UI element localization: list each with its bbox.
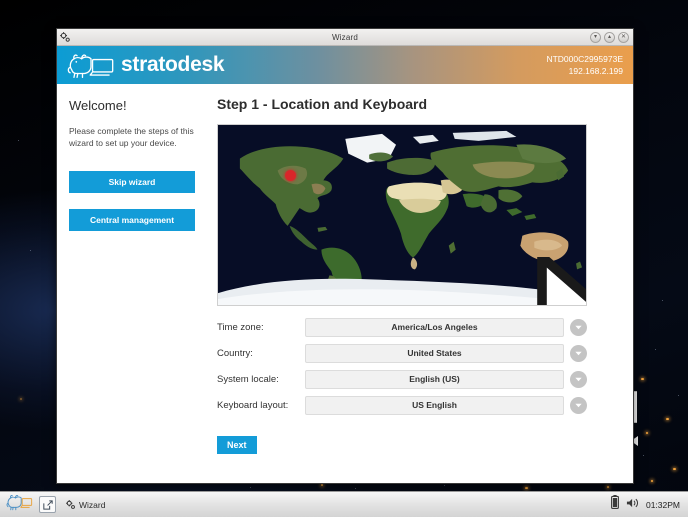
location-form: Time zone: America/Los Angeles Country: …: [217, 318, 587, 454]
field-row-country: Country: United States: [217, 344, 587, 363]
taskbar-left: Wizard: [0, 493, 109, 516]
wizard-sidebar: Welcome! Please complete the steps of th…: [57, 84, 207, 483]
gear-icon: [66, 499, 75, 509]
taskbar-task-label: Wizard: [79, 499, 106, 510]
device-id: NTD000C2995973E: [546, 54, 623, 64]
window-titlebar[interactable]: Wizard ▾ ▴ ✕: [57, 29, 633, 46]
skip-wizard-button[interactable]: Skip wizard: [69, 171, 195, 193]
mouse-pointer-icon: [537, 257, 586, 305]
world-map[interactable]: [217, 124, 587, 306]
chevron-down-icon[interactable]: [570, 371, 587, 388]
wizard-main: Step 1 - Location and Keyboard Time zone…: [207, 84, 633, 483]
welcome-description: Please complete the steps of this wizard…: [69, 126, 194, 148]
chevron-down-icon[interactable]: [570, 397, 587, 414]
taskbar: Wizard 01:32PM: [0, 491, 688, 517]
field-row-keyboard-layout: Keyboard layout: US English: [217, 396, 587, 415]
field-row-system-locale: System locale: English (US): [217, 370, 587, 389]
brand-logo: stratodesk: [57, 51, 225, 79]
screen: Wizard ▾ ▴ ✕ stratodesk NTD000C2995973E …: [0, 0, 688, 517]
launch-app-icon[interactable]: [39, 496, 56, 513]
country-select[interactable]: United States: [305, 344, 564, 363]
next-button[interactable]: Next: [217, 436, 257, 454]
system-locale-label: System locale:: [217, 374, 279, 385]
central-management-button[interactable]: Central management: [69, 209, 195, 231]
time-zone-label: Time zone:: [217, 322, 264, 333]
close-button[interactable]: ✕: [618, 31, 629, 43]
taskbar-task-wizard[interactable]: Wizard: [62, 498, 109, 512]
stratodesk-bear-logo: [67, 54, 114, 79]
device-info: NTD000C2995973E 192.168.2.199: [546, 53, 633, 77]
stratodesk-bear-logo[interactable]: [6, 493, 33, 516]
brand-header: stratodesk NTD000C2995973E 192.168.2.199: [57, 46, 633, 84]
maximize-button[interactable]: ▴: [604, 31, 615, 43]
system-locale-select[interactable]: English (US): [305, 370, 564, 389]
keyboard-layout-label: Keyboard layout:: [217, 400, 289, 411]
time-zone-select[interactable]: America/Los Angeles: [305, 318, 564, 337]
country-label: Country:: [217, 348, 253, 359]
device-ip: 192.168.2.199: [568, 66, 623, 76]
step-title: Step 1 - Location and Keyboard: [217, 96, 428, 112]
battery-icon[interactable]: [611, 495, 619, 514]
gear-icon: [60, 31, 71, 43]
minimize-button[interactable]: ▾: [590, 31, 601, 43]
wizard-window: Wizard ▾ ▴ ✕ stratodesk NTD000C2995973E …: [56, 28, 634, 484]
brand-name: stratodesk: [121, 53, 225, 76]
chevron-down-icon[interactable]: [570, 319, 587, 336]
taskbar-clock[interactable]: 01:32PM: [646, 500, 680, 510]
window-body: Welcome! Please complete the steps of th…: [57, 84, 633, 483]
taskbar-tray: 01:32PM: [611, 495, 688, 514]
selected-location-marker: [285, 170, 296, 181]
field-row-time-zone: Time zone: America/Los Angeles: [217, 318, 587, 337]
chevron-down-icon[interactable]: [570, 345, 587, 362]
welcome-title: Welcome!: [69, 98, 127, 113]
window-title: Wizard: [331, 32, 359, 42]
keyboard-layout-select[interactable]: US English: [305, 396, 564, 415]
volume-icon[interactable]: [626, 496, 639, 514]
